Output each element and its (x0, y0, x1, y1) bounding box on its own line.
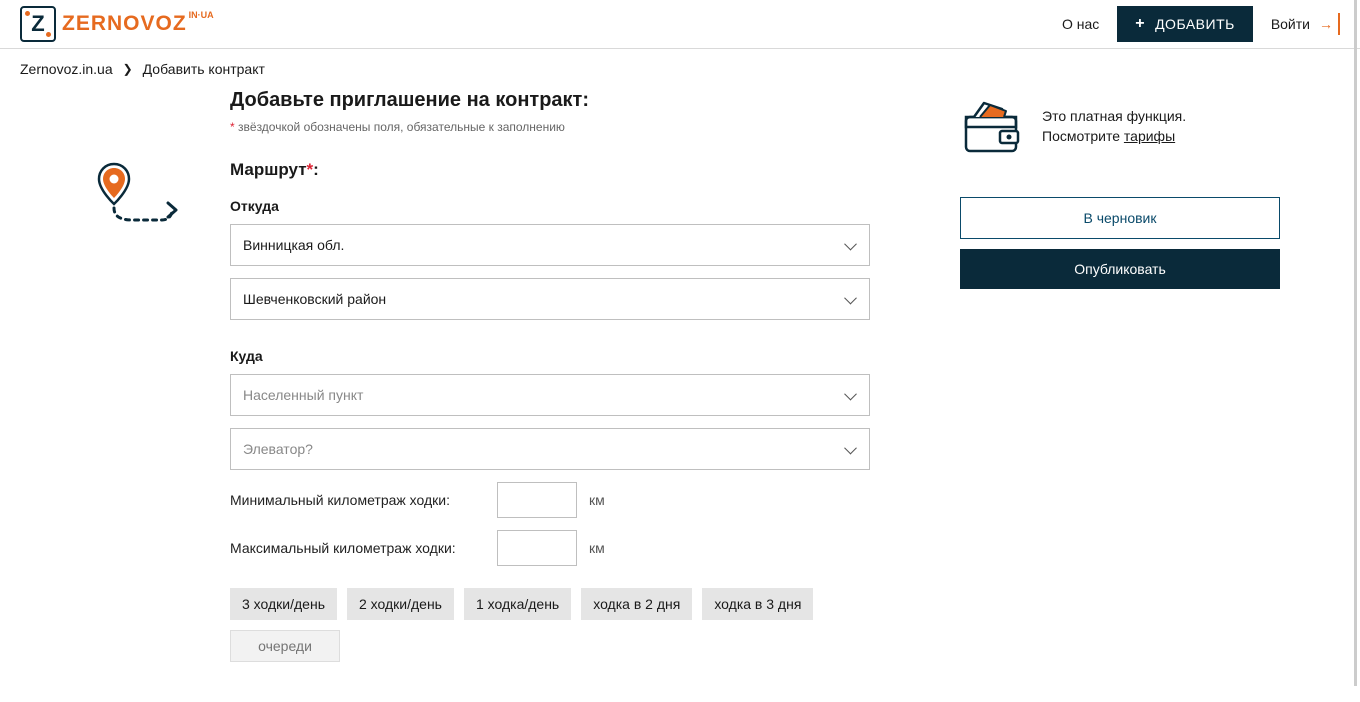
from-region-select[interactable]: Винницкая обл. (230, 224, 870, 266)
header-right: О нас + ДОБАВИТЬ Войти → (1062, 6, 1340, 42)
asterisk-icon: * (230, 120, 235, 134)
side-column: Это платная функция. Посмотрите тарифы В… (960, 89, 1280, 662)
from-label: Откуда (230, 198, 870, 214)
publish-button[interactable]: Опубликовать (960, 249, 1280, 289)
km-unit: км (589, 492, 605, 508)
about-link[interactable]: О нас (1062, 16, 1099, 32)
route-pin-icon (92, 160, 178, 228)
chip-2-per-day[interactable]: 2 ходки/день (347, 588, 454, 620)
plus-icon: + (1135, 16, 1145, 32)
asterisk-icon: * (307, 160, 314, 179)
login-label: Войти (1271, 16, 1310, 32)
login-arrow-icon: → (1316, 13, 1340, 35)
km-unit: км (589, 540, 605, 556)
to-elevator-select[interactable]: Элеватор? (230, 428, 870, 470)
route-icon-wrap (20, 160, 206, 662)
chevron-right-icon: ❯ (123, 62, 133, 76)
add-button[interactable]: + ДОБАВИТЬ (1117, 6, 1253, 42)
breadcrumb: Zernovoz.in.ua ❯ Добавить контракт (0, 49, 1360, 89)
logo-brand: ZERNOVOZ (62, 12, 187, 36)
route-body: Маршрут*: Откуда Винницкая обл. Шевченко… (230, 160, 870, 662)
frequency-chips: 3 ходки/день 2 ходки/день 1 ходка/день х… (230, 588, 870, 662)
required-note-text: звёздочкой обозначены поля, обязательные… (238, 120, 565, 134)
max-km-input[interactable] (497, 530, 577, 566)
route-section: Маршрут*: Откуда Винницкая обл. Шевченко… (20, 160, 920, 662)
paid-line2-prefix: Посмотрите (1042, 128, 1124, 144)
to-label: Куда (230, 348, 870, 364)
min-km-input[interactable] (497, 482, 577, 518)
scrollbar[interactable] (1354, 0, 1357, 686)
chip-1-per-2days[interactable]: ходка в 2 дня (581, 588, 692, 620)
route-title: Маршрут*: (230, 160, 870, 180)
chip-1-per-3days[interactable]: ходка в 3 дня (702, 588, 813, 620)
max-km-label: Максимальный километраж ходки: (230, 540, 485, 556)
paid-text: Это платная функция. Посмотрите тарифы (1042, 107, 1186, 146)
paid-line1: Это платная функция. (1042, 107, 1186, 127)
paid-line2: Посмотрите тарифы (1042, 127, 1186, 147)
header: Z ZERNOVOZ IN·UA О нас + ДОБАВИТЬ Войти … (0, 0, 1360, 49)
min-km-label: Минимальный километраж ходки: (230, 492, 485, 508)
required-note: * звёздочкой обозначены поля, обязательн… (230, 120, 920, 134)
chip-3-per-day[interactable]: 3 ходки/день (230, 588, 337, 620)
login-link[interactable]: Войти → (1271, 13, 1340, 35)
from-district-select[interactable]: Шевченковский район (230, 278, 870, 320)
route-title-text: Маршрут (230, 160, 307, 179)
logo-suffix: IN·UA (189, 10, 214, 20)
logo[interactable]: Z ZERNOVOZ IN·UA (20, 6, 214, 42)
paid-feature-box: Это платная функция. Посмотрите тарифы (960, 97, 1280, 157)
tariffs-link[interactable]: тарифы (1124, 128, 1175, 144)
main-column: Добавьте приглашение на контракт: * звёз… (20, 89, 920, 662)
wallet-icon (960, 97, 1024, 157)
logo-mark-icon: Z (20, 6, 56, 42)
draft-button[interactable]: В черновик (960, 197, 1280, 239)
chip-1-per-day[interactable]: 1 ходка/день (464, 588, 571, 620)
chip-custom-input[interactable] (230, 630, 340, 662)
breadcrumb-current: Добавить контракт (143, 61, 265, 77)
page-title: Добавьте приглашение на контракт: (230, 89, 920, 112)
max-km-row: Максимальный километраж ходки: км (230, 530, 870, 566)
min-km-row: Минимальный километраж ходки: км (230, 482, 870, 518)
to-city-select[interactable]: Населенный пункт (230, 374, 870, 416)
add-button-label: ДОБАВИТЬ (1155, 16, 1235, 32)
breadcrumb-home[interactable]: Zernovoz.in.ua (20, 61, 113, 77)
page: Добавьте приглашение на контракт: * звёз… (0, 89, 1360, 702)
